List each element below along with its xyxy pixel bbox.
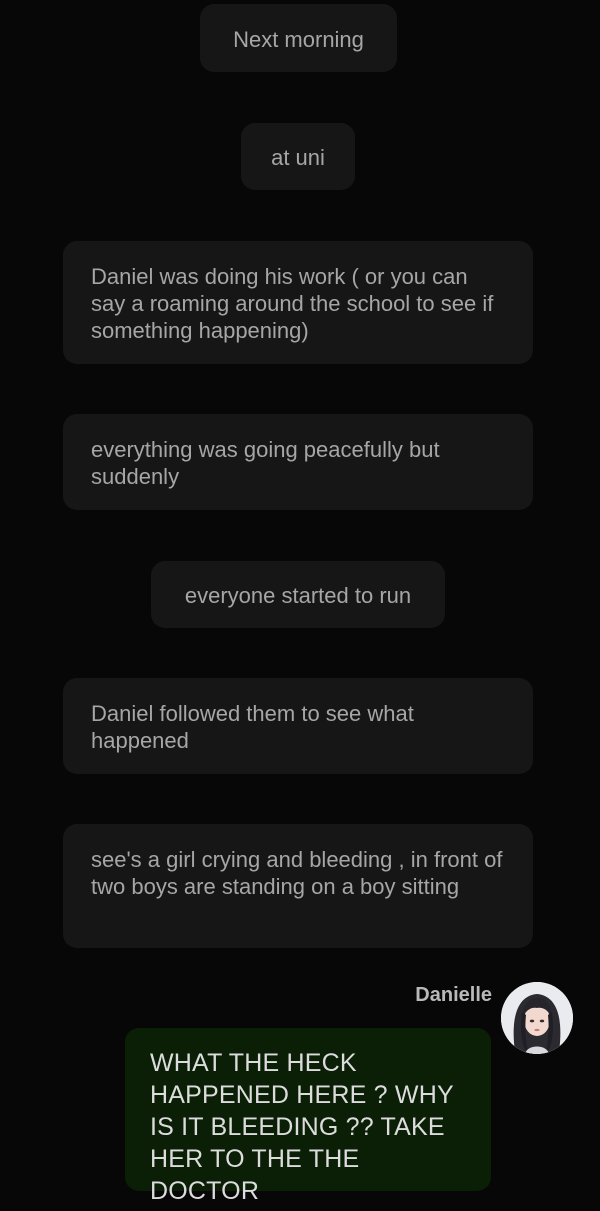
narration-bubble: everyone started to run (151, 561, 445, 628)
narration-bubble: see's a girl crying and bleeding , in fr… (63, 824, 533, 948)
narration-bubble: Daniel followed them to see what happene… (63, 678, 533, 774)
narration-bubble: Daniel was doing his work ( or you can s… (63, 241, 533, 364)
sender-name: Danielle (415, 984, 492, 1006)
narration-bubble: Next morning (200, 4, 397, 72)
narration-bubble: at uni (241, 123, 355, 190)
avatar-portrait-icon (501, 982, 573, 1054)
character-avatar[interactable] (501, 982, 573, 1054)
narration-bubble: everything was going peacefully but sudd… (63, 414, 533, 510)
character-reply-bubble: WHAT THE HECK HAPPENED HERE ? WHY IS IT … (125, 1028, 491, 1205)
